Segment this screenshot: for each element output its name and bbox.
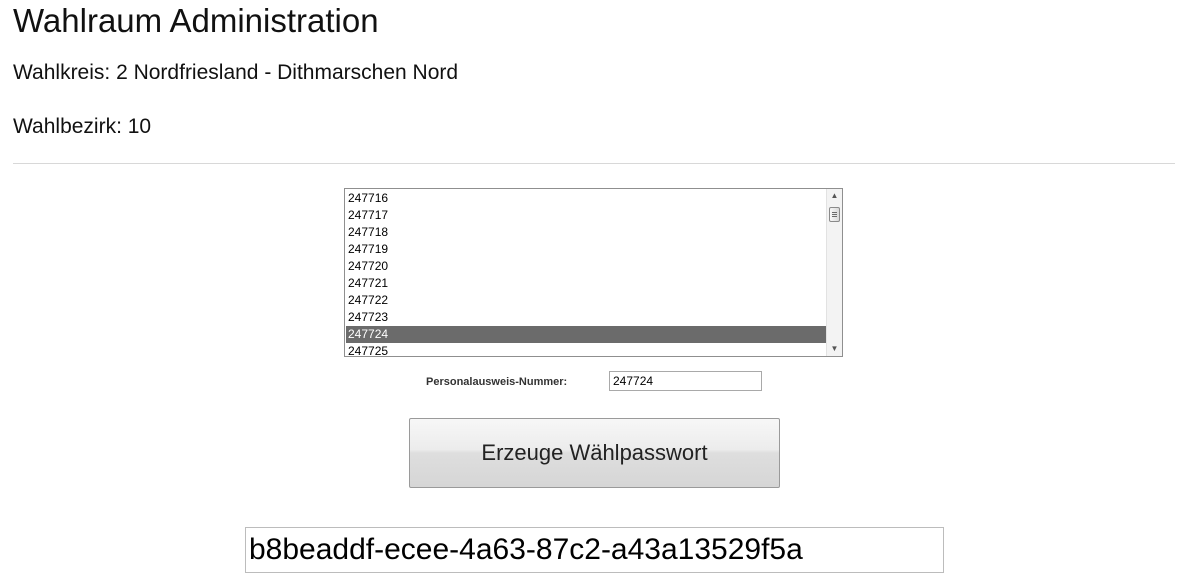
grip-line-icon <box>832 216 837 217</box>
scroll-thumb[interactable] <box>829 207 840 222</box>
id-number-label: Personalausweis-Nummer: <box>426 376 568 388</box>
list-item[interactable]: 247718 <box>346 224 827 241</box>
id-number-listbox[interactable]: 247716 247717 247718 247719 247720 247721 2477… <box>344 188 843 357</box>
grip-line-icon <box>832 212 837 213</box>
list-item[interactable]: 247725 <box>346 343 827 356</box>
header-divider <box>13 163 1175 164</box>
password-output: b8beaddf-ecee-4a63-87c2-a43a13529f5a <box>245 527 944 573</box>
page-title: Wahlraum Administration <box>13 2 379 39</box>
scroll-down-icon[interactable]: ▼ <box>827 342 842 356</box>
list-item[interactable]: 247720 <box>346 258 827 275</box>
listbox-items: 247716 247717 247718 247719 247720 247721 2477… <box>346 190 827 356</box>
list-item[interactable]: 247717 <box>346 207 827 224</box>
list-item[interactable]: 247716 <box>346 190 827 207</box>
list-item[interactable]: 247723 <box>346 309 827 326</box>
generate-password-button[interactable]: Erzeuge Wählpasswort <box>409 418 780 488</box>
wahlbezirk-label: Wahlbezirk: 10 <box>13 115 152 138</box>
listbox-scrollbar[interactable]: ▲ ▼ <box>826 189 842 356</box>
list-item-selected[interactable]: 247724 <box>346 326 827 343</box>
scroll-up-icon[interactable]: ▲ <box>827 189 842 203</box>
list-item[interactable]: 247722 <box>346 292 827 309</box>
grip-line-icon <box>832 214 837 215</box>
list-item[interactable]: 247721 <box>346 275 827 292</box>
id-number-input[interactable] <box>609 371 762 391</box>
list-item[interactable]: 247719 <box>346 241 827 258</box>
wahlkreis-label: Wahlkreis: 2 Nordfriesland - Dithmarsche… <box>13 61 459 84</box>
